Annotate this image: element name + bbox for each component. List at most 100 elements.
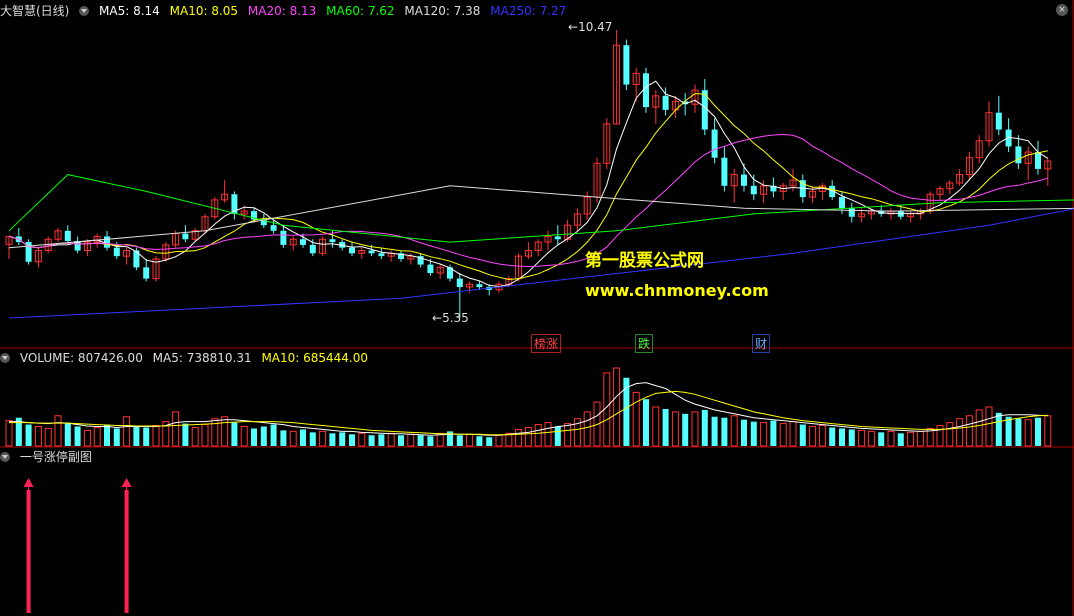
main-header: 大智慧(日线) MA5: 8.14 MA10: 8.05 MA20: 8.13 … [0,2,572,20]
volume-ma10-line [9,390,1048,436]
event-marker-finance[interactable]: 财 [752,334,771,353]
volume-bar-up [44,427,52,447]
volume-bar-down [74,426,81,446]
ma-lines-layer [8,80,1074,319]
candle-body-down [554,236,561,240]
candle-body-down [64,230,71,241]
volume-bar-down [133,426,140,446]
volume-bar-down [1015,418,1022,446]
ma20-label: MA20: 8.13 [247,4,317,18]
volume-bar-up [201,424,209,447]
volume-bar-down [701,409,708,446]
ma250-label: MA250: 7.27 [490,4,567,18]
volume-bar-up [632,391,640,447]
collapse-icon[interactable] [79,6,90,16]
candle-body-down [1015,146,1022,164]
collapse-icon[interactable] [0,452,10,462]
volume-bar-up [985,406,993,447]
volume-bar-up [760,422,768,447]
limit-up-bar [26,490,31,613]
volume-bar-down [231,422,238,446]
candle-body-down [329,239,336,243]
limit-up-bar [124,490,129,613]
volume-bar-up [965,415,973,447]
volume-bar-up [123,416,131,447]
volume-bar-up [975,409,983,447]
volume-ma5: MA5: 738810.31 [152,351,252,365]
volume-bar-up [5,420,13,447]
close-icon[interactable]: × [1056,4,1068,16]
candle-body-down [897,211,904,217]
volume-bar-up [936,425,944,447]
candle-body-down [711,129,718,158]
volume-value: VOLUME: 807426.00 [19,351,143,365]
high-price-label: ←10.47 [568,20,613,34]
volume-bar-up [534,424,542,447]
volume-bar-up [54,415,62,447]
candle-body-down [456,278,463,288]
volume-bar-down [995,412,1002,446]
volume-bar-down [64,422,71,446]
candle-body-down [280,230,287,245]
volume-bar-up [466,433,474,447]
candle-body-down [104,236,110,248]
volume-bar-down [486,437,493,446]
volume-bar-down [104,424,110,446]
volume-bar-up [779,423,787,447]
candle-body-down [1035,152,1041,169]
volume-bar-up [1024,419,1032,447]
volume-bar-up [515,428,523,447]
volume-bar-up [858,429,866,447]
volume-bar-up [387,432,395,447]
volume-bar-up [34,426,42,447]
volume-bar-down [143,427,150,446]
ma120-line [8,185,1074,249]
low-price-label: ←5.35 [432,311,469,325]
volume-bar-down [741,419,747,446]
volume-bar-up [240,426,248,447]
event-marker-limit-up[interactable]: 榜涨 [531,334,562,353]
candle-body-down [643,73,649,108]
volume-bar-down [270,424,277,446]
collapse-icon[interactable] [0,353,10,363]
candle-body-down [848,208,855,217]
volume-bar-down [417,435,424,446]
volume-bar-up [407,433,415,447]
candle-body-down [995,112,1002,130]
volume-bar-up [1044,415,1052,447]
volume-bar-up [671,411,679,447]
candle-body-down [721,157,728,186]
high-price-value: 10.47 [578,20,613,34]
volume-bar-up [191,426,199,447]
ma10-label: MA10: 8.05 [169,4,239,18]
volume-bar-up [809,426,817,447]
candle-body-down [368,250,375,254]
limit-up-signals-layer [23,478,132,613]
volume-bar-down [113,428,120,446]
volume-bar-down [721,417,728,446]
candle-body-down [300,239,306,245]
volume-bar-down [878,432,885,446]
candle-body-down [309,244,316,254]
volume-bar-down [829,427,836,446]
volume-bar-down [848,429,855,446]
volume-bar-up [211,418,219,447]
candle-body-down [143,267,150,279]
volume-bar-down [25,424,32,446]
volume-bar-up [583,411,591,447]
ma60-line [8,174,1074,243]
kline-chart[interactable] [0,0,1074,616]
volume-bar-up [83,429,91,447]
volume-bar-down [711,416,718,446]
sub-header: 一号涨停副图 [0,448,98,466]
candle-body-down [182,233,189,240]
main-title: 大智慧(日线) [0,4,70,18]
volume-bar-down [662,408,669,446]
candles-layer [5,30,1052,318]
limit-up-arrow-icon [121,478,132,487]
candle-body-down [750,185,757,195]
volume-bar-down [398,435,404,446]
event-marker-drop[interactable]: 跌 [635,334,654,353]
volume-bar-down [280,430,287,446]
ma5-label: MA5: 8.14 [99,4,160,18]
